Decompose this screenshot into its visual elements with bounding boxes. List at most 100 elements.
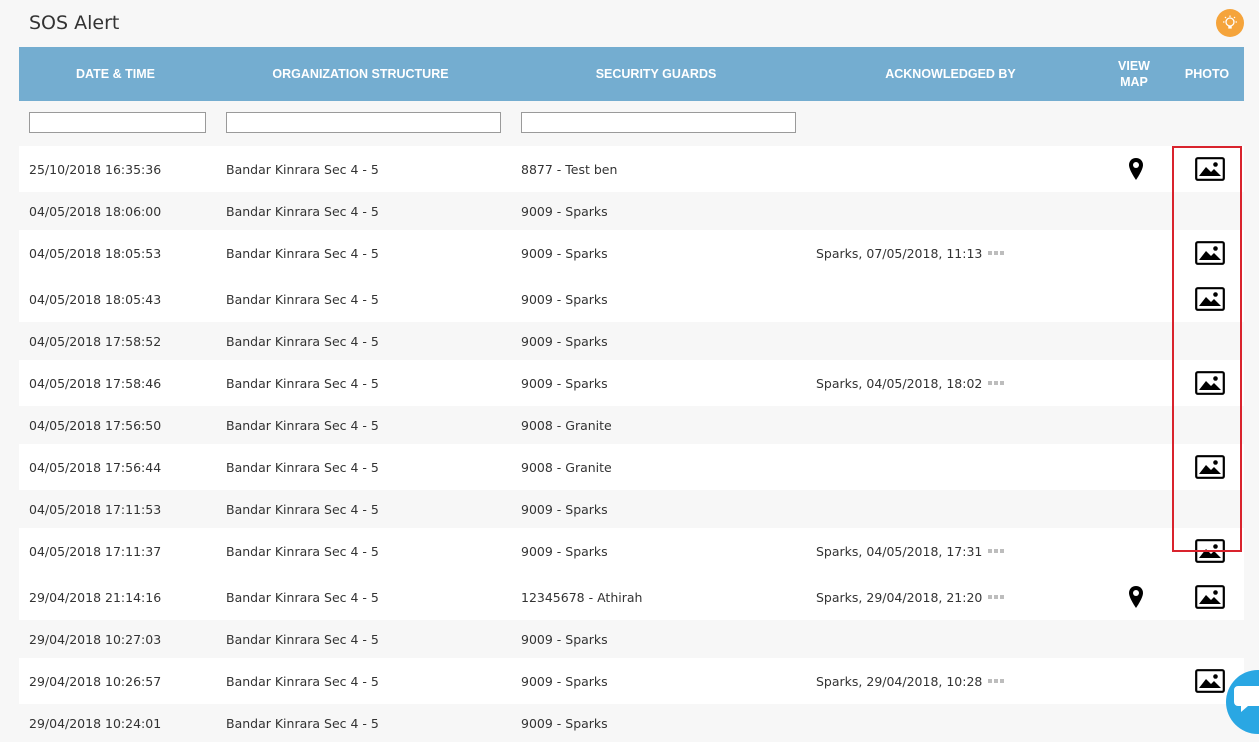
table-row[interactable]: 04/05/2018 17:56:44 Bandar Kinrara Sec 4 … <box>19 444 1244 490</box>
organization-cell: Bandar Kinrara Sec 4 - 5 <box>226 203 379 219</box>
view-photo-button[interactable] <box>1191 528 1229 574</box>
organization-cell: Bandar Kinrara Sec 4 - 5 <box>226 459 379 475</box>
chat-bubble-icon <box>1234 686 1259 712</box>
table-row[interactable]: 29/04/2018 21:14:16 Bandar Kinrara Sec 4 … <box>19 574 1244 620</box>
organization-cell: Bandar Kinrara Sec 4 - 5 <box>226 715 379 731</box>
table-row[interactable]: 29/04/2018 10:26:57 Bandar Kinrara Sec 4 … <box>19 658 1244 704</box>
photo-icon <box>1195 157 1225 181</box>
organization-cell: Bandar Kinrara Sec 4 - 5 <box>226 673 379 689</box>
acknowledged-by-text: Sparks, 29/04/2018, 10:28 <box>816 673 983 689</box>
organization-cell: Bandar Kinrara Sec 4 - 5 <box>226 161 379 177</box>
view-map-button[interactable] <box>1119 146 1153 192</box>
acknowledged-by-cell: Sparks, 29/04/2018, 10:28 <box>816 658 1005 704</box>
table-row[interactable]: 04/05/2018 17:56:50 Bandar Kinrara Sec 4 … <box>19 406 1244 444</box>
view-photo-button[interactable] <box>1191 146 1229 192</box>
security-guard-cell: 9009 - Sparks <box>521 715 608 731</box>
more-dots-icon[interactable] <box>988 381 1005 385</box>
security-guard-cell: 12345678 - Athirah <box>521 589 643 605</box>
date-time-cell: 29/04/2018 10:26:57 <box>29 673 162 689</box>
date-time-cell: 04/05/2018 18:05:43 <box>29 291 162 307</box>
column-header-date-time[interactable]: DATE & TIME <box>19 47 212 101</box>
photo-icon <box>1195 287 1225 311</box>
filter-row <box>19 101 1244 146</box>
more-dots-icon[interactable] <box>988 679 1005 683</box>
table-row[interactable]: 04/05/2018 18:06:00 Bandar Kinrara Sec 4 … <box>19 192 1244 230</box>
organization-cell: Bandar Kinrara Sec 4 - 5 <box>226 333 379 349</box>
security-guard-cell: 9009 - Sparks <box>521 375 608 391</box>
acknowledged-by-text: Sparks, 07/05/2018, 11:13 <box>816 245 983 261</box>
table-row[interactable]: 29/04/2018 10:27:03 Bandar Kinrara Sec 4 … <box>19 620 1244 658</box>
table-row[interactable]: 04/05/2018 17:11:53 Bandar Kinrara Sec 4 … <box>19 490 1244 528</box>
security-guard-cell: 9009 - Sparks <box>521 501 608 517</box>
acknowledged-by-text: Sparks, 04/05/2018, 18:02 <box>816 375 983 391</box>
column-header-security-guards[interactable]: SECURITY GUARDS <box>509 47 803 101</box>
organization-cell: Bandar Kinrara Sec 4 - 5 <box>226 501 379 517</box>
table-row[interactable]: 04/05/2018 17:11:37 Bandar Kinrara Sec 4 … <box>19 528 1244 574</box>
security-guard-cell: 9009 - Sparks <box>521 673 608 689</box>
organization-filter-input[interactable] <box>226 112 501 133</box>
view-map-label-line1: VIEW <box>1118 59 1150 73</box>
view-photo-button[interactable] <box>1191 360 1229 406</box>
organization-cell: Bandar Kinrara Sec 4 - 5 <box>226 245 379 261</box>
view-photo-button[interactable] <box>1191 658 1229 704</box>
view-photo-button[interactable] <box>1191 444 1229 490</box>
acknowledged-by-text: Sparks, 29/04/2018, 21:20 <box>816 589 983 605</box>
map-pin-icon <box>1129 158 1143 180</box>
organization-cell: Bandar Kinrara Sec 4 - 5 <box>226 631 379 647</box>
table-row[interactable]: 04/05/2018 18:05:53 Bandar Kinrara Sec 4 … <box>19 230 1244 276</box>
security-guard-cell: 9009 - Sparks <box>521 245 608 261</box>
view-map-button[interactable] <box>1119 574 1153 620</box>
page-title: SOS Alert <box>29 12 120 34</box>
security-guard-cell: 9009 - Sparks <box>521 291 608 307</box>
organization-cell: Bandar Kinrara Sec 4 - 5 <box>226 417 379 433</box>
security-guard-cell: 9009 - Sparks <box>521 543 608 559</box>
photo-icon <box>1195 371 1225 395</box>
date-time-filter-input[interactable] <box>29 112 206 133</box>
column-header-acknowledged-by[interactable]: ACKNOWLEDGED BY <box>803 47 1098 101</box>
help-button[interactable] <box>1216 9 1244 37</box>
view-map-label-line2: MAP <box>1120 75 1148 89</box>
date-time-cell: 29/04/2018 21:14:16 <box>29 589 162 605</box>
security-guard-cell: 9008 - Granite <box>521 459 612 475</box>
date-time-cell: 04/05/2018 17:58:46 <box>29 375 162 391</box>
more-dots-icon[interactable] <box>988 595 1005 599</box>
acknowledged-by-cell: Sparks, 07/05/2018, 11:13 <box>816 230 1005 276</box>
table-header: DATE & TIME ORGANIZATION STRUCTURE SECUR… <box>19 47 1244 101</box>
view-photo-button[interactable] <box>1191 574 1229 620</box>
more-dots-icon[interactable] <box>988 251 1005 255</box>
table-row[interactable]: 29/04/2018 10:24:01 Bandar Kinrara Sec 4 … <box>19 704 1244 742</box>
date-time-cell: 29/04/2018 10:27:03 <box>29 631 162 647</box>
photo-icon <box>1195 669 1225 693</box>
security-guard-cell: 9009 - Sparks <box>521 631 608 647</box>
security-guards-filter-input[interactable] <box>521 112 796 133</box>
map-pin-icon <box>1129 586 1143 608</box>
photo-icon <box>1195 241 1225 265</box>
table-row[interactable]: 04/05/2018 17:58:52 Bandar Kinrara Sec 4 … <box>19 322 1244 360</box>
column-header-photo: PHOTO <box>1184 67 1230 81</box>
organization-cell: Bandar Kinrara Sec 4 - 5 <box>226 543 379 559</box>
date-time-cell: 04/05/2018 18:05:53 <box>29 245 162 261</box>
more-dots-icon[interactable] <box>988 549 1005 553</box>
table-row[interactable]: 04/05/2018 17:58:46 Bandar Kinrara Sec 4 … <box>19 360 1244 406</box>
acknowledged-by-cell: Sparks, 04/05/2018, 17:31 <box>816 528 1005 574</box>
organization-cell: Bandar Kinrara Sec 4 - 5 <box>226 291 379 307</box>
date-time-cell: 04/05/2018 18:06:00 <box>29 203 162 219</box>
view-photo-button[interactable] <box>1191 276 1229 322</box>
date-time-cell: 04/05/2018 17:58:52 <box>29 333 162 349</box>
date-time-cell: 25/10/2018 16:35:36 <box>29 161 162 177</box>
acknowledged-by-text: Sparks, 04/05/2018, 17:31 <box>816 543 983 559</box>
acknowledged-by-cell: Sparks, 04/05/2018, 18:02 <box>816 360 1005 406</box>
column-header-view-map: VIEW MAP <box>1098 47 1170 101</box>
table-row[interactable]: 25/10/2018 16:35:36 Bandar Kinrara Sec 4 … <box>19 146 1244 192</box>
organization-cell: Bandar Kinrara Sec 4 - 5 <box>226 375 379 391</box>
acknowledged-by-cell: Sparks, 29/04/2018, 21:20 <box>816 574 1005 620</box>
security-guard-cell: 8877 - Test ben <box>521 161 618 177</box>
view-photo-button[interactable] <box>1191 230 1229 276</box>
table-row[interactable]: 04/05/2018 18:05:43 Bandar Kinrara Sec 4 … <box>19 276 1244 322</box>
photo-icon <box>1195 539 1225 563</box>
date-time-cell: 04/05/2018 17:56:50 <box>29 417 162 433</box>
security-guard-cell: 9009 - Sparks <box>521 203 608 219</box>
lightbulb-icon <box>1223 15 1237 29</box>
security-guard-cell: 9009 - Sparks <box>521 333 608 349</box>
column-header-organization-structure[interactable]: ORGANIZATION STRUCTURE <box>212 47 509 101</box>
